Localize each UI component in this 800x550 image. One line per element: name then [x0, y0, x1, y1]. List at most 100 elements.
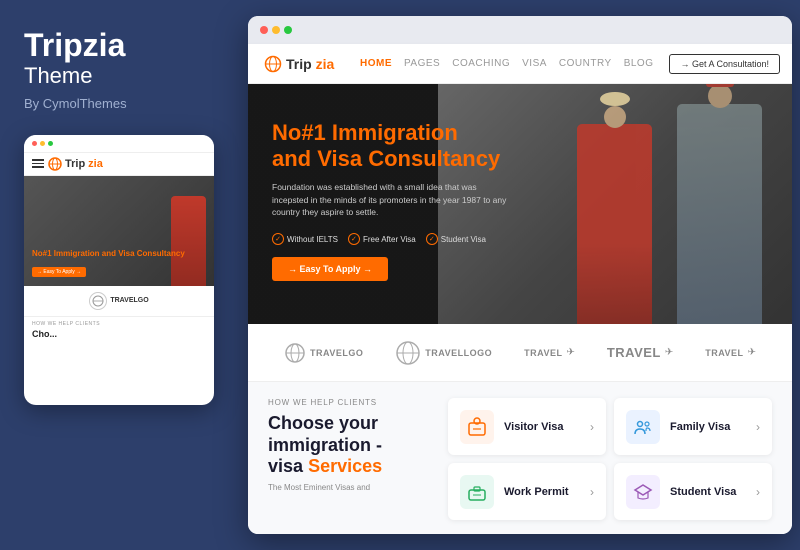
hero-title: No#1 Immigration and Visa Consultancy: [272, 120, 512, 173]
partner-travel-3: travel ✈: [524, 347, 575, 358]
work-permit-card[interactable]: Work Permit ›: [448, 463, 606, 520]
hero-badge-visa: ✓ Free After Visa: [348, 233, 416, 245]
mobile-dots: [32, 141, 53, 146]
mobile-logo: Tripzia: [48, 157, 103, 171]
partner-text-3: travel: [524, 348, 562, 358]
plane-icon-3: ✈: [566, 347, 574, 358]
mobile-dot-red: [32, 141, 37, 146]
logo-trip: Trip: [286, 56, 312, 72]
travelgo-logo-icon-1: [284, 342, 306, 364]
hero-woman-head: [604, 106, 626, 128]
mobile-logo-trip: Trip: [65, 158, 85, 170]
travellogo-icon: [395, 340, 421, 366]
visitor-visa-content: Visitor Visa: [504, 421, 580, 433]
family-visa-card[interactable]: Family Visa ›: [614, 398, 772, 455]
hero-badge-student: ✓ Student Visa: [426, 233, 486, 245]
brand-by: By CymolThemes: [24, 96, 224, 111]
partner-text-2: Travellogo: [425, 348, 492, 358]
hero-man-figure: [677, 104, 762, 324]
student-visa-content: Student Visa: [670, 486, 746, 498]
desktop-mockup: Tripzia HOME PAGES COACHING VISA COUNTRY…: [248, 16, 792, 534]
hero-badge-ielts: ✓ Without IELTS: [272, 233, 338, 245]
desktop-logo-icon: [264, 55, 282, 73]
how-title-line3: visa: [268, 456, 303, 476]
mobile-hero-btn[interactable]: → Easy To Apply →: [32, 267, 86, 277]
hero-apply-button[interactable]: → Easy To Apply →: [272, 257, 388, 281]
badge-label-1: Without IELTS: [287, 235, 338, 244]
hero-content: No#1 Immigration and Visa Consultancy Fo…: [272, 120, 512, 281]
partner-travelgo-1: TRAVELGO: [284, 342, 363, 364]
how-title-line1: Choose your: [268, 413, 378, 433]
desktop-dot-red: [260, 26, 268, 34]
partner-travel-5: travel ✈: [705, 347, 756, 358]
visitor-visa-card[interactable]: Visitor Visa ›: [448, 398, 606, 455]
hero-description: Foundation was established with a small …: [272, 181, 512, 219]
partner-text-4: Travel: [607, 345, 661, 360]
visitor-visa-arrow: ›: [590, 420, 594, 434]
mobile-section-title: Cho...: [24, 329, 214, 343]
student-visa-card[interactable]: Student Visa ›: [614, 463, 772, 520]
desktop-bottom-section: HOW WE HELP CLIENTS Choose your immigrat…: [248, 382, 792, 534]
partners-strip: TRAVELGO Travellogo travel ✈ Travel ✈ tr…: [248, 324, 792, 382]
desktop-dot-green: [284, 26, 292, 34]
family-visa-arrow: ›: [756, 420, 760, 434]
visitor-visa-icon-box: [460, 410, 494, 444]
visitor-visa-title: Visitor Visa: [504, 421, 580, 433]
work-permit-icon: [467, 482, 487, 502]
nav-item-country[interactable]: COUNTRY: [559, 58, 612, 69]
mobile-partner-text: TRAVELGO: [110, 297, 148, 304]
hero-title-line2: and Visa Consultancy: [272, 146, 500, 171]
work-permit-arrow: ›: [590, 485, 594, 499]
visitor-visa-icon: [467, 417, 487, 437]
work-permit-content: Work Permit: [504, 486, 580, 498]
mobile-mockup: Tripzia No#1 Immigration and Visa Consul…: [24, 135, 214, 405]
desktop-logo: Tripzia: [264, 55, 344, 73]
mobile-top-bar: [24, 135, 214, 153]
plane-icon-5: ✈: [748, 347, 756, 358]
mobile-hero-title: No#1 Immigration and Visa Consultancy: [32, 249, 185, 259]
badge-check-2: ✓: [348, 233, 360, 245]
desktop-dots: [260, 26, 292, 34]
student-visa-icon: [633, 482, 653, 502]
nav-item-blog[interactable]: BLOG: [624, 58, 654, 69]
brand-subtitle: Theme: [24, 63, 224, 89]
partner-travel-4: Travel ✈: [607, 345, 673, 360]
how-label: HOW WE HELP CLIENTS: [268, 398, 428, 407]
hero-apply-label: → Easy To Apply →: [288, 264, 372, 274]
student-visa-arrow: ›: [756, 485, 760, 499]
hero-title-line1: No#1 Immigration: [272, 120, 458, 145]
nav-cta-label: → Get A Consultation!: [680, 59, 769, 69]
how-title-line2: immigration -: [268, 435, 382, 455]
badge-check-1: ✓: [272, 233, 284, 245]
hero-woman-hat: [600, 92, 630, 106]
work-permit-title: Work Permit: [504, 486, 580, 498]
hero-man-cap: [706, 84, 734, 87]
desktop-hero: No#1 Immigration and Visa Consultancy Fo…: [248, 84, 792, 324]
badge-label-3: Student Visa: [441, 235, 486, 244]
student-visa-icon-box: [626, 475, 660, 509]
mobile-logo-zia: zia: [88, 158, 103, 170]
mobile-dot-green: [48, 141, 53, 146]
nav-item-pages[interactable]: PAGES: [404, 58, 440, 69]
how-description: The Most Eminent Visas and: [268, 482, 428, 493]
nav-item-visa[interactable]: VISA: [522, 58, 547, 69]
mobile-logo-icon: [48, 157, 62, 171]
student-visa-title: Student Visa: [670, 486, 746, 498]
hero-badges: ✓ Without IELTS ✓ Free After Visa ✓ Stud…: [272, 233, 512, 245]
partner-text-5: travel: [705, 348, 743, 358]
nav-item-home[interactable]: HOME: [360, 58, 392, 69]
mobile-partner-logo: TRAVELGO: [89, 292, 148, 310]
nav-item-coaching[interactable]: COACHING: [452, 58, 510, 69]
plane-icon-4: ✈: [665, 347, 673, 358]
mobile-partner-section: TRAVELGO: [24, 286, 214, 317]
hamburger-icon[interactable]: [32, 159, 44, 168]
brand-title: Tripzia: [24, 28, 224, 63]
left-panel: Tripzia Theme By CymolThemes: [0, 0, 248, 550]
hero-woman-figure: [577, 124, 652, 324]
desktop-top-bar: [248, 16, 792, 44]
nav-cta-button[interactable]: → Get A Consultation!: [669, 54, 780, 74]
bottom-left-text: HOW WE HELP CLIENTS Choose your immigrat…: [268, 398, 428, 520]
badge-label-2: Free After Visa: [363, 235, 416, 244]
badge-check-3: ✓: [426, 233, 438, 245]
desktop-dot-yellow: [272, 26, 280, 34]
